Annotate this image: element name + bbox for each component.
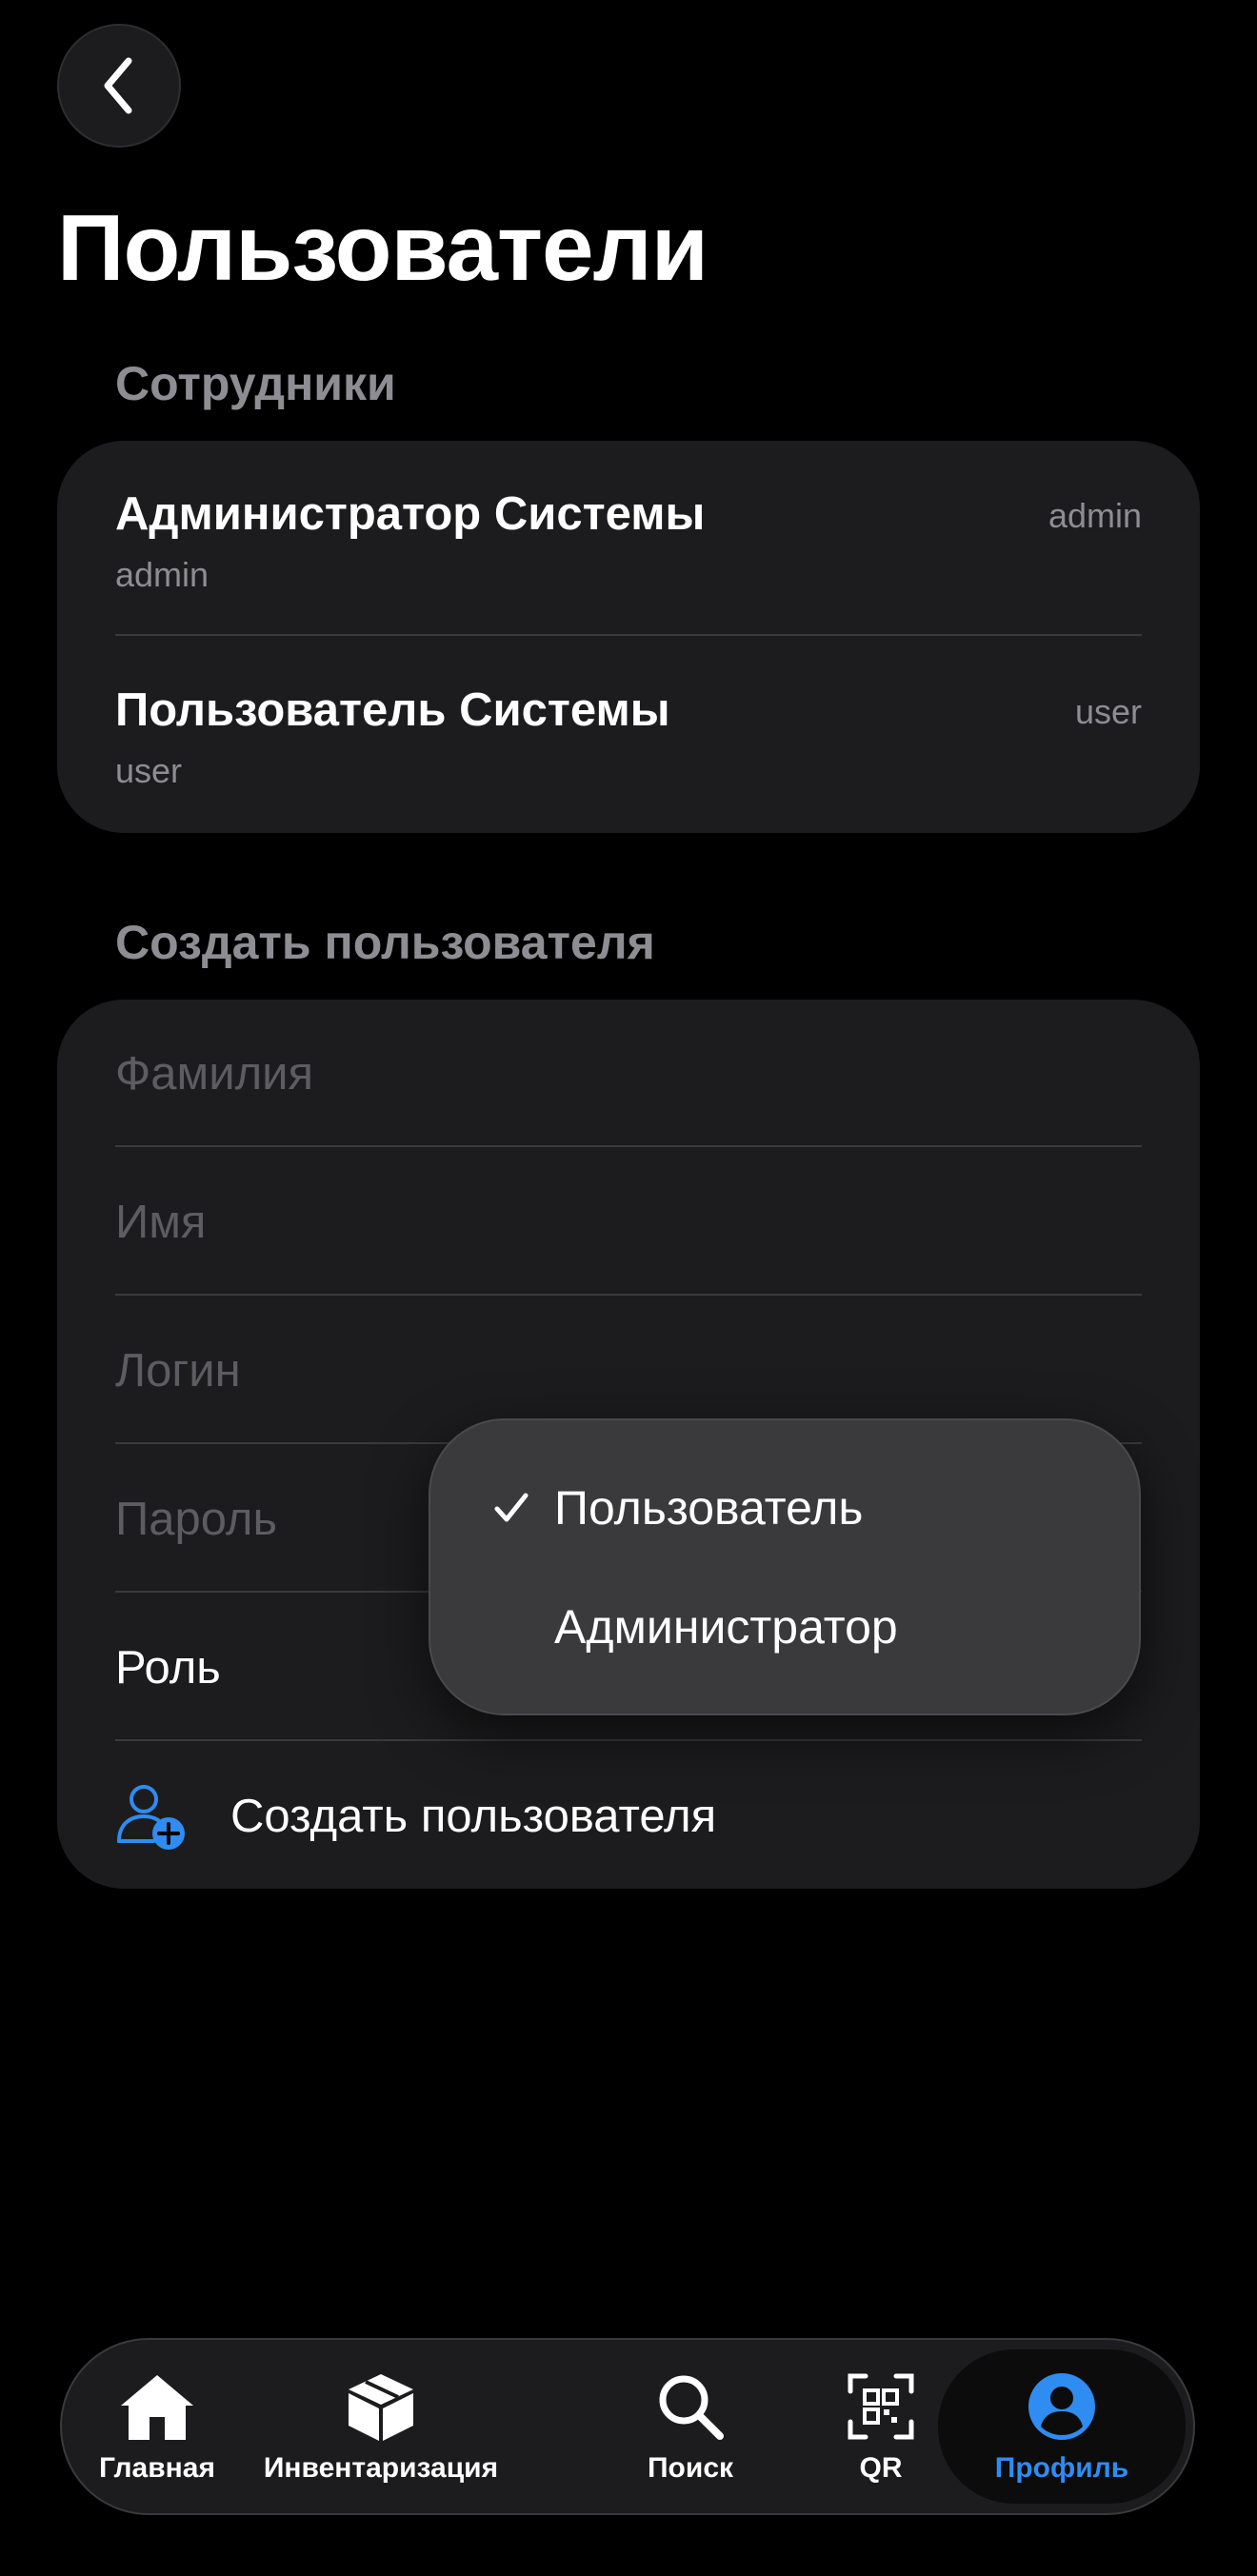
role-dropdown-menu: Пользователь Администратор xyxy=(429,1418,1141,1715)
tab-inventory[interactable]: Инвентаризация xyxy=(248,2340,514,2513)
chevron-left-icon xyxy=(104,57,132,114)
divider xyxy=(115,1294,1142,1296)
role-option-user[interactable]: Пользователь xyxy=(430,1451,1139,1565)
employee-login: user xyxy=(115,751,183,790)
employee-login: admin xyxy=(115,555,210,594)
employee-row[interactable]: Пользователь Системы user user xyxy=(115,682,1142,796)
tab-bar: Главная Инвентаризация Поиск QR Профиль xyxy=(60,2338,1195,2515)
first-name-placeholder: Имя xyxy=(115,1197,207,1248)
tab-qr[interactable]: QR xyxy=(824,2340,938,2513)
house-icon xyxy=(121,2375,193,2440)
divider xyxy=(115,1145,1142,1147)
tab-search[interactable]: Поиск xyxy=(624,2340,757,2513)
page-title: Пользователи xyxy=(57,195,708,300)
profile-icon xyxy=(1028,2373,1095,2440)
employee-role: admin xyxy=(1048,496,1142,535)
divider xyxy=(115,1739,1142,1741)
tab-label: Профиль xyxy=(994,2452,1129,2484)
create-user-button-label: Создать пользователя xyxy=(230,1791,717,1842)
role-label: Роль xyxy=(115,1642,221,1694)
password-placeholder: Пароль xyxy=(115,1494,278,1545)
box-icon xyxy=(349,2374,413,2441)
divider xyxy=(115,634,1142,636)
employee-role: user xyxy=(1074,692,1142,731)
tab-label: Поиск xyxy=(647,2452,734,2484)
employees-card: Администратор Системы admin admin Пользо… xyxy=(57,441,1200,833)
last-name-field[interactable]: Фамилия xyxy=(115,1000,1142,1148)
back-button[interactable] xyxy=(57,24,181,148)
employee-row[interactable]: Администратор Системы admin admin xyxy=(115,485,1142,600)
employee-name: Пользователь Системы xyxy=(115,684,670,736)
qr-scan-icon xyxy=(848,2373,914,2440)
create-section-title: Создать пользователя xyxy=(115,916,655,969)
person-add-icon xyxy=(117,1785,185,1850)
role-option-label: Администратор xyxy=(554,1600,898,1654)
tab-home[interactable]: Главная xyxy=(81,2340,233,2513)
login-placeholder: Логин xyxy=(115,1345,241,1397)
employees-section-title: Сотрудники xyxy=(115,357,396,410)
role-option-admin[interactable]: Администратор xyxy=(430,1570,1139,1684)
tab-label: Главная xyxy=(98,2452,215,2484)
search-icon xyxy=(659,2375,724,2440)
tab-label: QR xyxy=(859,2452,903,2484)
first-name-field[interactable]: Имя xyxy=(115,1148,1142,1297)
tab-label: Инвентаризация xyxy=(263,2452,499,2484)
last-name-placeholder: Фамилия xyxy=(115,1048,314,1100)
create-user-button[interactable]: Создать пользователя xyxy=(115,1742,1142,1891)
checkmark-icon xyxy=(488,1489,535,1527)
employee-name: Администратор Системы xyxy=(115,488,706,540)
tab-profile[interactable]: Профиль xyxy=(938,2349,1186,2504)
role-option-label: Пользователь xyxy=(554,1481,864,1535)
